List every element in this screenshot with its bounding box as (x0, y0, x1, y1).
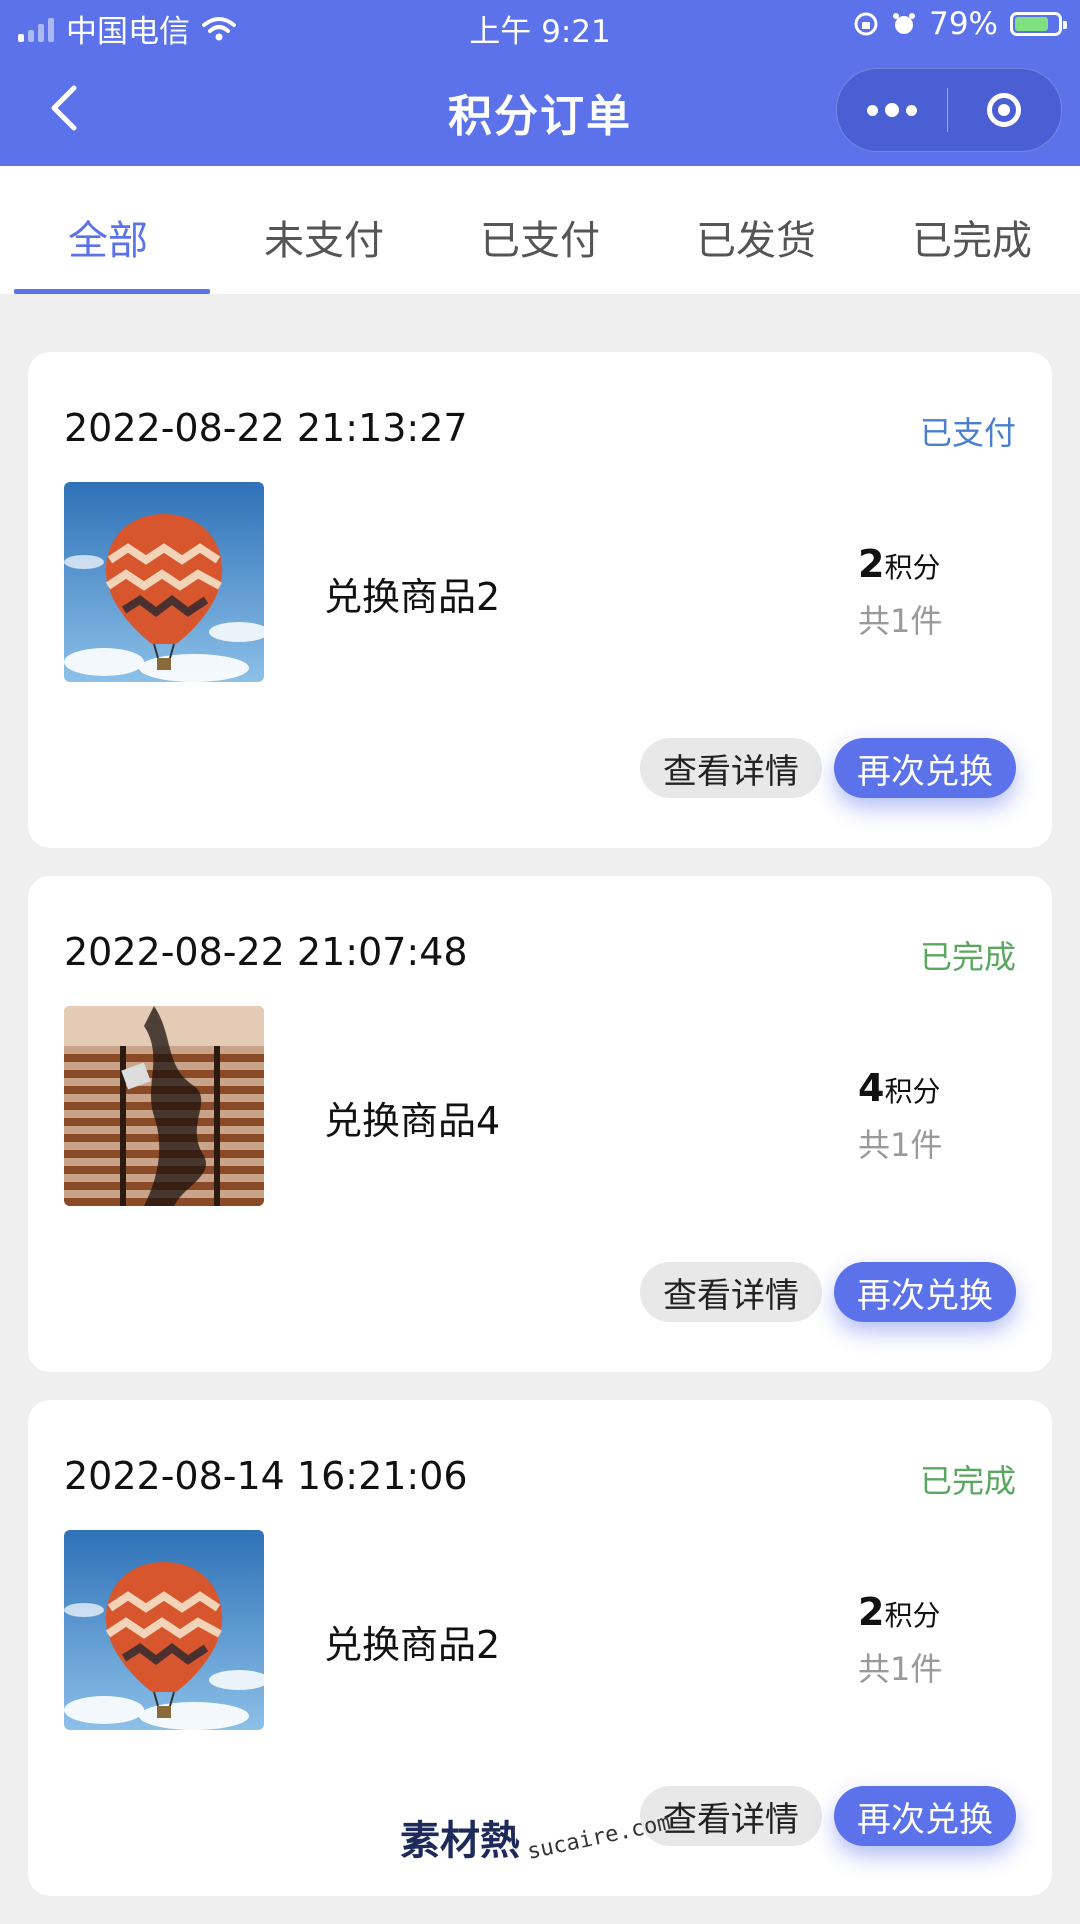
product-image-balloon[interactable] (64, 482, 264, 682)
item-count: 共1件 (858, 602, 943, 640)
product-name: 兑换商品2 (324, 1623, 501, 1667)
order-card: 2022-08-14 16:21:06 已完成 兑换商品2 2积分 共1件 查看… (28, 1400, 1052, 1896)
points-number: 2 (858, 1590, 885, 1634)
redeem-again-button[interactable]: 再次兑换 (834, 1786, 1016, 1846)
points-unit: 积分 (884, 1599, 941, 1632)
product-image-blinds[interactable] (64, 1006, 264, 1206)
order-status: 已完成 (919, 1462, 1016, 1500)
order-status: 已支付 (919, 414, 1016, 452)
order-time: 2022-08-22 21:13:27 (64, 406, 468, 450)
order-card: 2022-08-22 21:07:48 已完成 兑换商品4 4积分 共1件 查看… (28, 876, 1052, 1372)
tab-shipped[interactable]: 已发货 (648, 166, 864, 294)
points-unit: 积分 (884, 1075, 941, 1108)
status-bar: 中国电信 上午 9:21 79% (0, 0, 1080, 54)
points-value: 4积分 (858, 1066, 940, 1110)
battery-fill (1015, 17, 1049, 31)
alarm-icon (893, 13, 916, 34)
mini-program-capsule (836, 68, 1062, 152)
item-count: 共1件 (858, 1126, 943, 1164)
nav-bar: 积分订单 (0, 54, 1080, 166)
order-tabs: 全部 未支付 已支付 已发货 已完成 (0, 166, 1080, 294)
item-count: 共1件 (858, 1650, 943, 1688)
points-number: 4 (858, 1066, 885, 1110)
tab-all[interactable]: 全部 (0, 166, 216, 294)
header: 中国电信 上午 9:21 79% 积分订单 (0, 0, 1080, 166)
view-details-button[interactable]: 查看详情 (640, 1786, 822, 1846)
redeem-again-button[interactable]: 再次兑换 (834, 738, 1016, 798)
points-value: 2积分 (858, 542, 940, 586)
product-image-balloon[interactable] (64, 1530, 264, 1730)
battery-icon (1010, 12, 1067, 36)
redeem-again-button[interactable]: 再次兑换 (834, 1262, 1016, 1322)
product-name: 兑换商品2 (324, 575, 501, 619)
points-unit: 积分 (884, 551, 941, 584)
view-details-button[interactable]: 查看详情 (640, 1262, 822, 1322)
view-details-button[interactable]: 查看详情 (640, 738, 822, 798)
rotation-lock-icon (854, 12, 878, 36)
points-number: 2 (858, 542, 885, 586)
points-value: 2积分 (858, 1590, 940, 1634)
order-time: 2022-08-22 21:07:48 (64, 930, 468, 974)
status-right: 79% (853, 6, 1067, 42)
more-dots-icon[interactable] (837, 69, 947, 151)
battery-percent: 79% (929, 6, 998, 42)
order-status: 已完成 (919, 938, 1016, 976)
order-card: 2022-08-22 21:13:27 已支付 兑换商品2 2积分 共1件 查看… (28, 352, 1052, 848)
tab-unpaid[interactable]: 未支付 (216, 166, 432, 294)
product-name: 兑换商品4 (324, 1099, 501, 1143)
order-list: 2022-08-22 21:13:27 已支付 兑换商品2 2积分 共1件 查看… (28, 352, 1052, 1924)
target-circle-icon[interactable] (948, 69, 1060, 151)
tab-completed[interactable]: 已完成 (864, 166, 1080, 294)
tab-paid[interactable]: 已支付 (432, 166, 648, 294)
order-time: 2022-08-14 16:21:06 (64, 1454, 468, 1498)
